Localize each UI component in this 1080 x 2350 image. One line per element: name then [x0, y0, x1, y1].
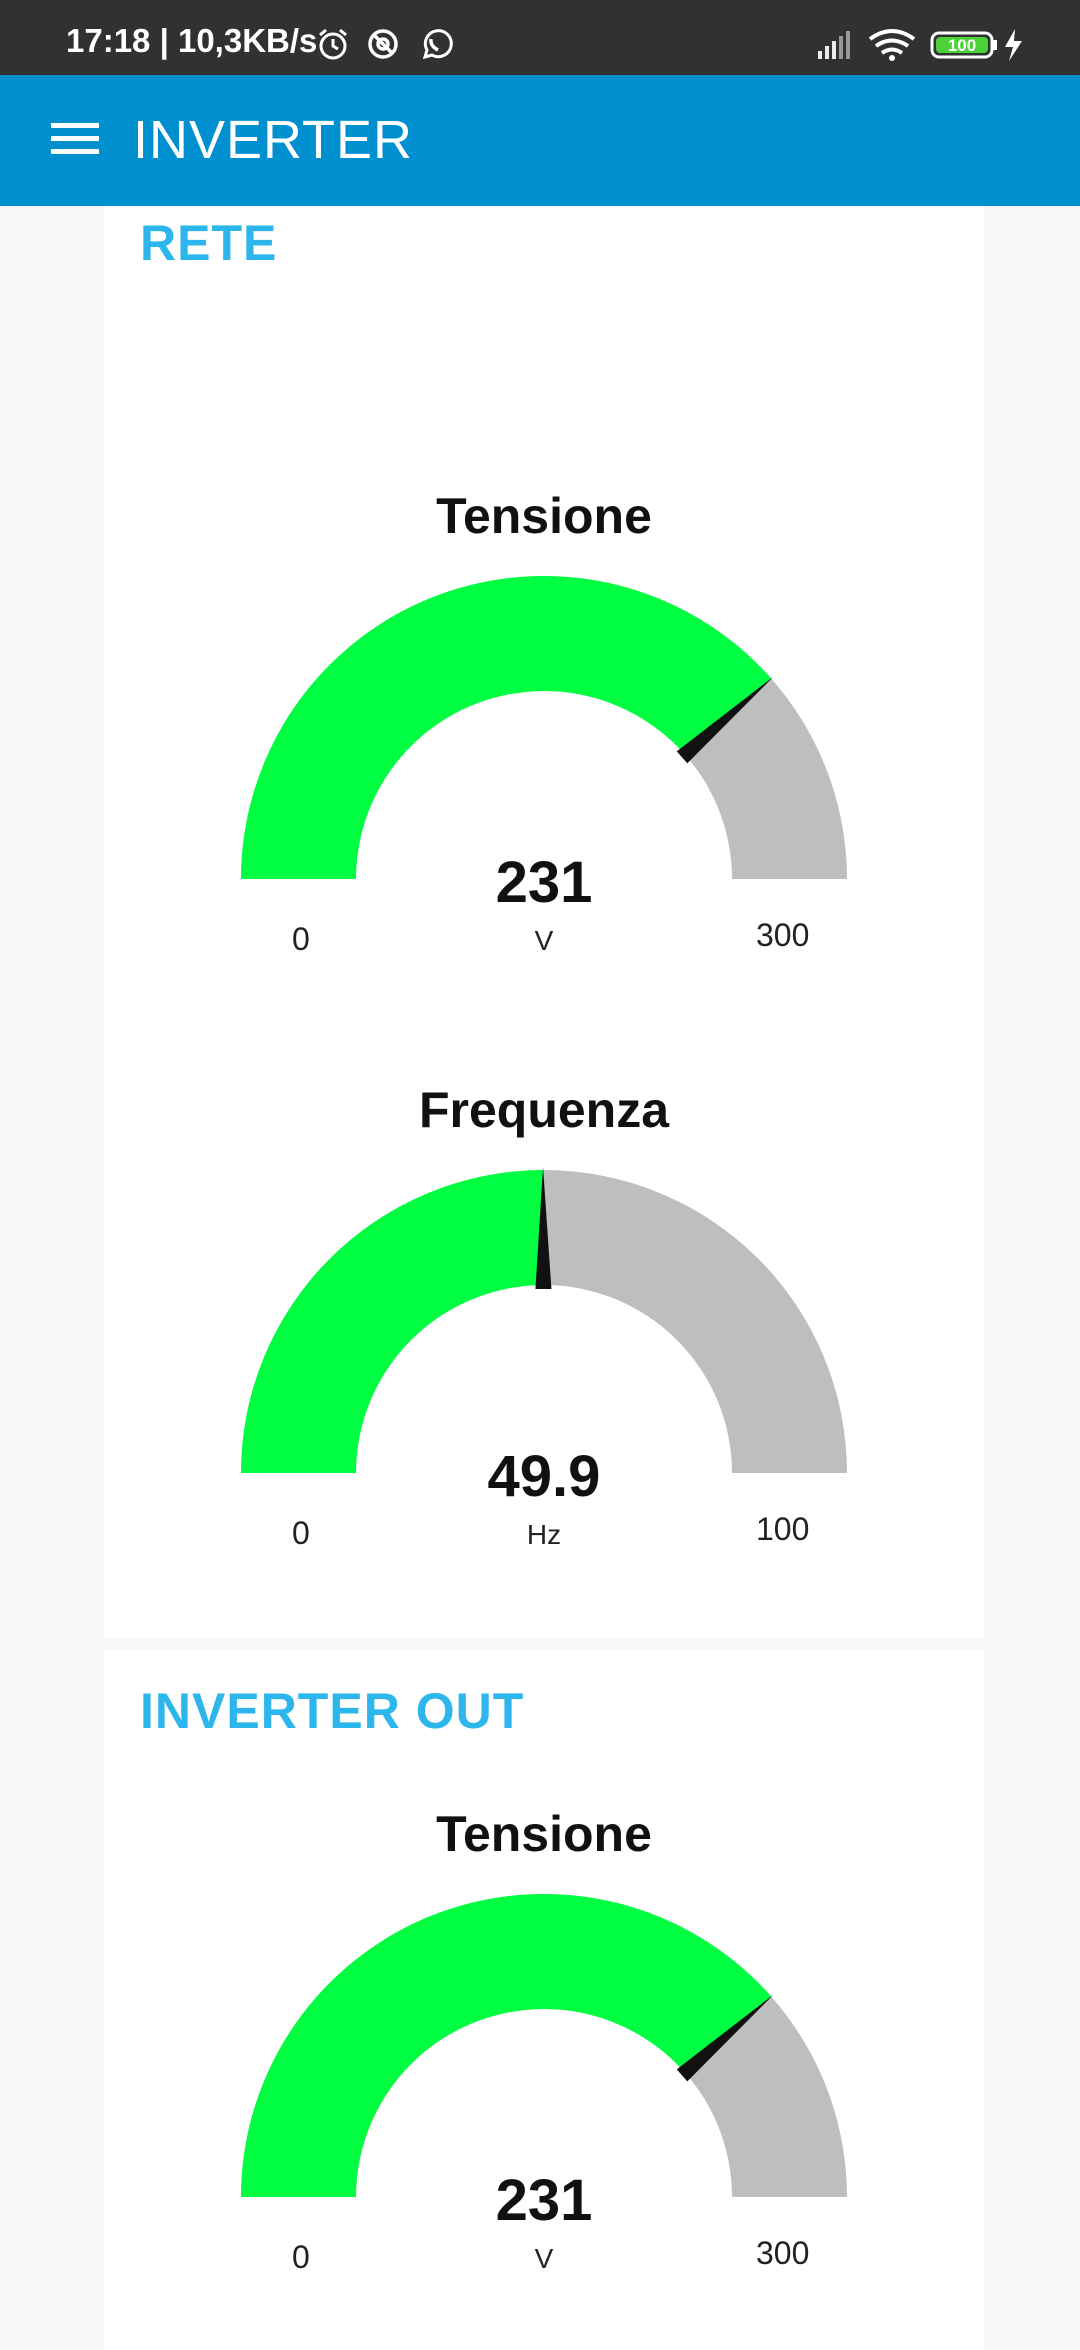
gauge-rete-frequenza: Frequenza 49.9 Hz 0 100	[104, 1075, 984, 1575]
status-icons-right: 100	[818, 29, 1022, 61]
group-title: RETE	[140, 215, 278, 271]
alarm-icon	[319, 28, 347, 60]
battery-level: 100	[948, 36, 976, 55]
app-bar: INVERTER	[0, 75, 1080, 206]
app-title: INVERTER	[133, 110, 414, 170]
group-card-inverter-out: INVERTER OUT Tensione 231 V 0 300	[104, 1650, 984, 2350]
menu-line	[51, 136, 99, 141]
gauge-value: 49.9	[487, 1444, 601, 1509]
wifi-icon	[868, 29, 916, 61]
battery-icon: 100	[930, 31, 997, 59]
gauge-value: 231	[495, 2168, 593, 2233]
menu-line	[51, 149, 99, 154]
gauge-rete-tensione: Tensione 231 V 0 300	[104, 481, 984, 981]
gauge-fill	[241, 1894, 772, 2197]
gauge-max: 100	[756, 1511, 810, 1547]
gauge-unit: Hz	[526, 1519, 562, 1550]
whatsapp-icon	[422, 29, 453, 60]
status-time: 17:18 | 10,3KB/s	[66, 22, 318, 59]
gauge-min: 0	[292, 1515, 310, 1551]
group-title: INVERTER OUT	[140, 1683, 525, 1739]
gauge-max: 300	[756, 2235, 810, 2271]
no-disturb-icon	[368, 29, 398, 59]
gauge-min: 0	[292, 2239, 310, 2275]
hamburger-menu-icon[interactable]	[45, 115, 105, 165]
menu-line	[51, 123, 99, 128]
status-bar: 17:18 | 10,3KB/s 100	[0, 0, 1080, 75]
gauge-fill	[241, 1170, 544, 1473]
gauge-inverter-tensione: Tensione 231 V 0 300	[104, 1799, 984, 2299]
gauge-max: 300	[756, 917, 810, 953]
gauge-unit: V	[534, 2243, 554, 2274]
gauge-fill	[241, 576, 772, 879]
group-card-rete: RETE Tensione 231 V 0 300 Frequenza 49.9…	[104, 206, 984, 1638]
gauge-unit: V	[534, 925, 554, 956]
charging-icon	[1005, 29, 1022, 61]
gauge-value: 231	[495, 850, 593, 915]
signal-icon	[818, 31, 850, 59]
gauge-min: 0	[292, 921, 310, 957]
status-icons-left	[319, 28, 453, 60]
